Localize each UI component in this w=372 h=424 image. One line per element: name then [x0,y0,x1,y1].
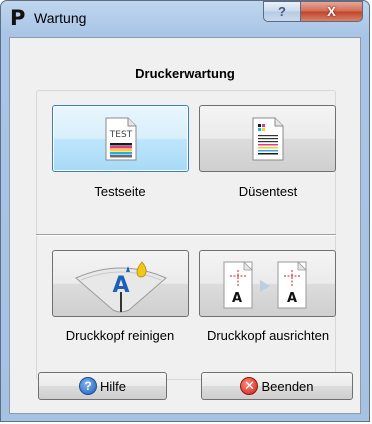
head-alignment-button[interactable]: A A [199,250,336,317]
titlebar-close-button[interactable]: X [300,1,363,22]
test-page-button[interactable]: TEST [52,105,189,172]
print-head-letter: A [112,273,129,298]
titlebar-help-button[interactable]: ? [263,1,301,22]
nozzle-test-caption: Düsentest [238,184,298,199]
question-mark-icon: ? [278,4,286,19]
test-label-text: TEST [108,130,132,140]
head-cleaning-button[interactable]: A [52,250,189,317]
title-bar[interactable]: P Wartung ? X [1,1,369,37]
group-separator [36,234,336,236]
alignment-letter-right: A [286,291,296,306]
dialog-client-area: Druckerwartung TEST Testseite Düsentest … [9,37,361,414]
exit-icon: ✕ [240,377,259,395]
help-button-label: Hilfe [99,378,126,394]
head-cleaning-caption: Druckkopf reinigen [65,328,175,343]
maintenance-window: P Wartung ? X Druckerwartung TEST Testse… [0,0,370,422]
nozzle-pattern-icon [252,117,283,160]
head-alignment-caption: Druckkopf ausrichten [206,328,330,343]
printer-app-icon: P [10,6,26,30]
alignment-letter-left: A [231,291,241,306]
test-page-icon: TEST [105,117,136,160]
nozzle-test-button[interactable] [199,105,336,172]
panel-heading: Druckerwartung [135,66,235,81]
close-icon: X [327,4,336,19]
print-head-alignment-icon: A A [223,260,307,308]
print-head-cleaning-icon: A [74,260,167,312]
exit-button[interactable]: ✕ Beenden [201,372,353,400]
window-title: Wartung [34,10,87,26]
test-page-caption: Testseite [94,184,146,199]
help-button[interactable]: ? Hilfe [38,372,167,400]
exit-button-label: Beenden [261,378,314,394]
help-icon: ? [78,377,97,395]
